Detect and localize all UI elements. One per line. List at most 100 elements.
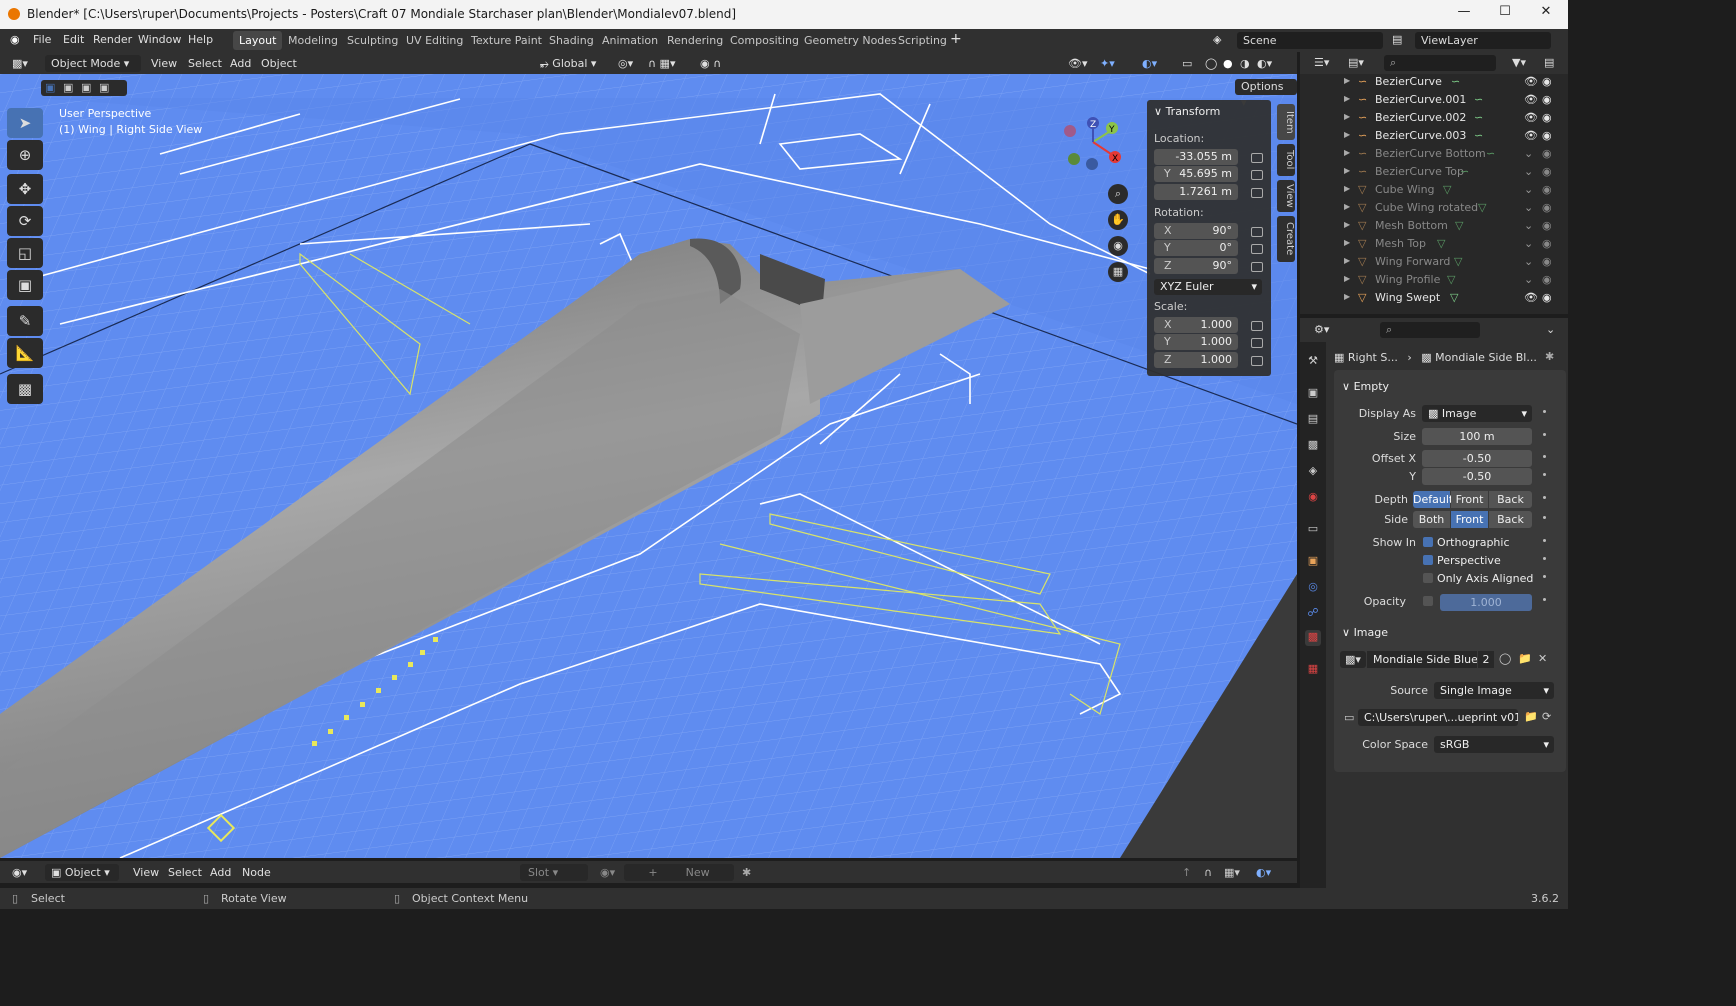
view-layer-icon[interactable]: ▤ bbox=[1392, 33, 1402, 46]
select-mode-buttons[interactable]: ▣ ▣ ▣ ▣ bbox=[41, 80, 127, 96]
rotate-tool[interactable]: ⟳ bbox=[7, 206, 43, 236]
outliner-row[interactable]: ▶ ∽ BezierCurve Top ∽ ⌄ ◉ bbox=[1300, 163, 1568, 181]
rotation-x-field[interactable]: X 90° bbox=[1154, 223, 1238, 239]
expand-arrow-icon[interactable]: ▶ bbox=[1344, 166, 1350, 175]
eye-hidden-icon[interactable]: ⌄ bbox=[1524, 273, 1533, 286]
blender-menu-icon[interactable]: ◉ bbox=[10, 33, 20, 46]
eye-hidden-icon[interactable]: ⌄ bbox=[1524, 201, 1533, 214]
filepath-field[interactable]: C:\Users\ruper\...ueprint v01.jpg bbox=[1358, 709, 1518, 726]
pin-node-tree-icon[interactable]: ✱ bbox=[742, 864, 751, 881]
rotation-y-field[interactable]: Y 0° bbox=[1154, 240, 1238, 256]
shading-wireframe-icon[interactable]: ◯ bbox=[1205, 55, 1217, 72]
workspace-tab-animation[interactable]: Animation bbox=[596, 31, 664, 50]
depth-front-button[interactable]: Front bbox=[1451, 491, 1488, 508]
node-mode-dropdown[interactable]: ▣ Object ▾ bbox=[45, 864, 119, 881]
render-camera-icon[interactable]: ◉ bbox=[1542, 75, 1552, 88]
camera-view-icon[interactable]: ◉ bbox=[1108, 236, 1128, 256]
source-dropdown[interactable]: Single Image ▾ bbox=[1434, 682, 1554, 699]
cursor-tool[interactable]: ⊕ bbox=[7, 140, 43, 170]
side-back-button[interactable]: Back bbox=[1489, 511, 1532, 528]
unlink-close-icon[interactable]: ✕ bbox=[1538, 652, 1547, 665]
render-camera-icon[interactable]: ◉ bbox=[1542, 291, 1552, 304]
eye-icon[interactable]: 👁 bbox=[1524, 111, 1538, 124]
select-box-tool[interactable]: ➤ bbox=[7, 108, 43, 138]
display-mode-icon[interactable]: ▤▾ bbox=[1348, 56, 1364, 69]
snap-icon[interactable]: ∩ ▦▾ bbox=[648, 55, 675, 72]
eye-icon[interactable]: 👁 bbox=[1524, 75, 1538, 88]
menu-render[interactable]: Render bbox=[93, 33, 132, 46]
expand-arrow-icon[interactable]: ▶ bbox=[1344, 94, 1350, 103]
expand-arrow-icon[interactable]: ▶ bbox=[1344, 112, 1350, 121]
only-axis-aligned-checkbox[interactable] bbox=[1423, 573, 1433, 583]
tool-tab-icon[interactable]: ⚒ bbox=[1305, 354, 1321, 370]
outliner-row[interactable]: ▶ ▽ Wing Profile ▽ ⌄ ◉ bbox=[1300, 271, 1568, 289]
expand-arrow-icon[interactable]: ▶ bbox=[1344, 292, 1350, 301]
perspective-checkbox[interactable] bbox=[1423, 555, 1433, 565]
xray-icon[interactable]: ▭ bbox=[1182, 55, 1192, 72]
shading-material-icon[interactable]: ◑ bbox=[1240, 55, 1250, 72]
outliner-row[interactable]: ▶ ▽ Wing Swept ▽ 👁 ◉ bbox=[1300, 289, 1568, 307]
eye-hidden-icon[interactable]: ⌄ bbox=[1524, 255, 1533, 268]
viewport-options-button[interactable]: Options ▾ bbox=[1235, 79, 1297, 109]
properties-options-icon[interactable]: ⌄ bbox=[1546, 323, 1555, 336]
editor-type-icon[interactable]: ▩▾ bbox=[12, 55, 28, 72]
output-tab-icon[interactable]: ▤ bbox=[1305, 412, 1321, 428]
render-camera-icon[interactable]: ◉ bbox=[1542, 111, 1552, 124]
overlay-toggle-icon[interactable]: ◐▾ bbox=[1142, 55, 1157, 72]
render-tab-icon[interactable]: ▣ bbox=[1305, 386, 1321, 402]
close-window-button[interactable]: ✕ bbox=[1526, 4, 1566, 24]
maximize-button[interactable]: ☐ bbox=[1485, 4, 1525, 24]
select-extend-icon[interactable]: ▣ bbox=[63, 81, 73, 94]
render-camera-icon[interactable]: ◉ bbox=[1542, 165, 1552, 178]
workspace-tab-layout[interactable]: Layout bbox=[233, 31, 283, 50]
viewport-menu-object[interactable]: Object bbox=[261, 55, 297, 72]
rotation-z-field[interactable]: Z 90° bbox=[1154, 258, 1238, 274]
menu-edit[interactable]: Edit bbox=[63, 33, 84, 46]
object-tab-icon[interactable]: ▣ bbox=[1305, 554, 1321, 570]
expand-arrow-icon[interactable]: ▶ bbox=[1344, 76, 1350, 85]
outliner-row[interactable]: ▶ ∽ BezierCurve ∽ 👁 ◉ bbox=[1300, 73, 1568, 91]
expand-arrow-icon[interactable]: ▶ bbox=[1344, 256, 1350, 265]
expand-arrow-icon[interactable]: ▶ bbox=[1344, 202, 1350, 211]
orthographic-checkbox[interactable] bbox=[1423, 537, 1433, 547]
ortho-toggle-icon[interactable]: ▦ bbox=[1108, 262, 1128, 282]
outliner-row[interactable]: ▶ ▽ Cube Wing rotated ▽ ⌄ ◉ bbox=[1300, 199, 1568, 217]
outliner-row[interactable]: ▶ ∽ BezierCurve.003 ∽ 👁 ◉ bbox=[1300, 127, 1568, 145]
workspace-tab-compositing[interactable]: Compositing bbox=[724, 31, 805, 50]
lock-location-y-icon[interactable] bbox=[1251, 170, 1263, 180]
sidebar-tab-view[interactable]: View bbox=[1277, 180, 1295, 212]
lock-location-z-icon[interactable] bbox=[1251, 188, 1263, 198]
workspace-tab-sculpting[interactable]: Sculpting bbox=[341, 31, 404, 50]
node-menu-node[interactable]: Node bbox=[242, 864, 271, 881]
workspace-tab-shading[interactable]: Shading bbox=[543, 31, 600, 50]
object-data-tab-icon[interactable]: ▩ bbox=[1305, 630, 1321, 646]
node-menu-select[interactable]: Select bbox=[168, 864, 202, 881]
rotation-mode-dropdown[interactable]: XYZ Euler ▾ bbox=[1154, 279, 1262, 295]
filter-icon[interactable]: ▼▾ bbox=[1512, 56, 1526, 69]
eye-icon[interactable]: 👁 bbox=[1524, 93, 1538, 106]
shading-solid-icon[interactable]: ● bbox=[1223, 55, 1233, 72]
scene-selector-icon[interactable]: ◈ bbox=[1213, 33, 1221, 46]
transform-tool[interactable]: ▣ bbox=[7, 270, 43, 300]
viewport-menu-select[interactable]: Select bbox=[188, 55, 222, 72]
world-tab-icon[interactable]: ◉ bbox=[1305, 490, 1321, 506]
select-subtract-icon[interactable]: ▣ bbox=[81, 81, 91, 94]
workspace-tab-rendering[interactable]: Rendering bbox=[661, 31, 729, 50]
side-front-button[interactable]: Front bbox=[1451, 511, 1488, 528]
transform-panel-header[interactable]: ∨ Transform bbox=[1154, 105, 1220, 118]
measure-tool[interactable]: 📐 bbox=[7, 338, 43, 368]
lock-rotation-z-icon[interactable] bbox=[1251, 262, 1263, 272]
add-workspace-icon[interactable]: + bbox=[950, 31, 962, 47]
pivot-icon[interactable]: ◎▾ bbox=[618, 55, 633, 72]
texture-tab-icon[interactable]: ▦ bbox=[1305, 662, 1321, 678]
new-collection-icon[interactable]: ▤ bbox=[1544, 56, 1554, 69]
render-camera-icon[interactable]: ◉ bbox=[1542, 219, 1552, 232]
new-material-button[interactable]: + New bbox=[624, 864, 734, 881]
workspace-tab-modeling[interactable]: Modeling bbox=[282, 31, 344, 50]
minimize-button[interactable]: — bbox=[1444, 4, 1484, 24]
scale-y-field[interactable]: Y 1.000 bbox=[1154, 334, 1238, 350]
size-field[interactable]: 100 m bbox=[1422, 428, 1532, 445]
eye-hidden-icon[interactable]: ⌄ bbox=[1524, 237, 1533, 250]
image-panel-header[interactable]: ∨ Image bbox=[1342, 626, 1388, 639]
scene-tab-icon[interactable]: ◈ bbox=[1305, 464, 1321, 480]
